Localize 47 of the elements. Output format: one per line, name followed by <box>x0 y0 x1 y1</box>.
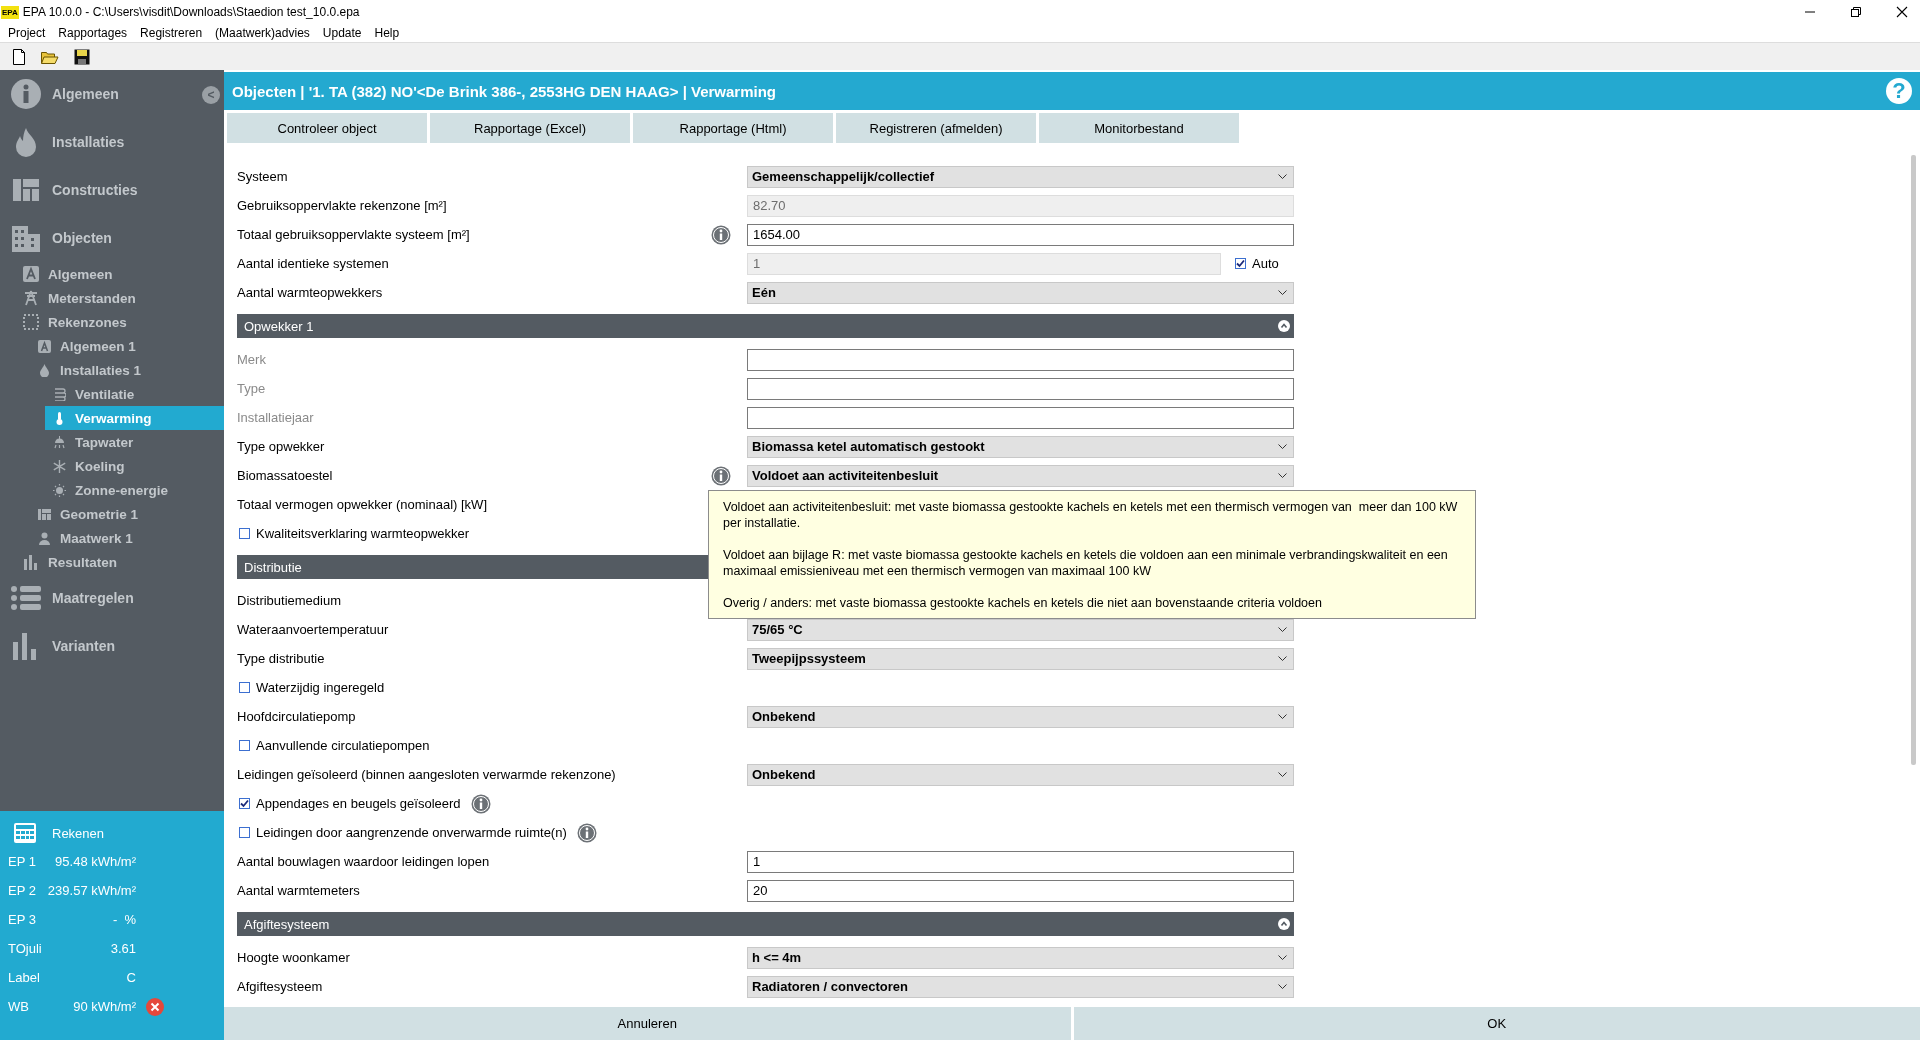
checkbox-label: Auto <box>1252 256 1279 271</box>
field-label: Hoogte woonkamer <box>237 950 351 965</box>
checkbox-label: Kwaliteitsverklaring warmteopwekker <box>256 526 470 541</box>
tooltip-text: Overig / anders: met vaste biomassa gestookte kachels en ketels die niet aan bovenstaande criteria voldoen <box>723 595 1323 611</box>
field-label: Totaal gebruiksoppervlakte systeem [m²] <box>237 227 471 242</box>
field-label: Type opwekker <box>237 439 326 454</box>
result-label: TOjuli <box>8 941 43 956</box>
field-label: Installatiejaar <box>237 410 315 425</box>
field-label: Totaal vermogen opwekker (nominaal) [kW] <box>237 497 488 512</box>
field-label: Gebruiksoppervlakte rekenzone [m²] <box>237 198 448 213</box>
field-label: Leidingen geïsoleerd (binnen aangesloten verwarmde rekenzone) <box>237 767 617 782</box>
result-value: 239.57 kWh/m² <box>46 883 136 898</box>
result-value: - % <box>111 912 136 927</box>
checkbox-label: Aanvullende circulatiepompen <box>256 738 430 753</box>
field-label: Systeem <box>237 169 289 184</box>
field-label: Aantal identieke systemen <box>237 256 390 271</box>
field-label: Type <box>237 381 267 396</box>
field-label: Hoofdcirculatiepomp <box>237 709 357 724</box>
checkbox-label: Waterzijdig ingeregeld <box>256 680 385 695</box>
result-value: 90 kWh/m² <box>72 999 136 1014</box>
checkbox-label: Appendages en beugels geïsoleerd <box>256 796 461 811</box>
field-label: Aantal bouwlagen waardoor leidingen lopen <box>237 854 491 869</box>
field-label: Distributiemedium <box>237 593 343 608</box>
field-label: Biomassatoestel <box>237 468 334 483</box>
section-title: Distributie <box>244 559 302 575</box>
result-label: EP 1 <box>8 854 37 869</box>
result-label: EP 2 <box>8 883 37 898</box>
app-logo: EPA <box>1 5 19 19</box>
field-label: Type distributie <box>237 651 326 666</box>
page-title: Objecten | '1. TA (382) NO'<De Brink 386-, 2553HG DEN HAAG> | Verwarming <box>232 82 778 100</box>
checkbox-label: Leidingen door aangrenzende onverwarmde ruimte(n) <box>256 825 567 840</box>
field-label: Afgiftesysteem <box>237 979 324 994</box>
result-label: EP 3 <box>8 912 37 927</box>
section-title: Opwekker 1 <box>244 318 314 334</box>
field-label: Merk <box>237 352 267 367</box>
field-label: Aantal warmtemeters <box>237 883 361 898</box>
field-label: Aantal warmteopwekkers <box>237 285 384 300</box>
result-label: Label <box>8 970 41 985</box>
result-value: C <box>125 970 136 985</box>
result-value: 3.61 <box>109 941 136 956</box>
window-title: EPA 10.0.0 - C:\Users\visdit\Downloads\Staedion test_10.0.epa <box>22 5 361 19</box>
result-label: WB <box>8 999 30 1014</box>
tooltip-text: Voldoet aan activiteitenbesluit: met vaste biomassa gestookte kachels en ketels met een thermisch vermogen van meer dan 100 kW per installatie. <box>723 499 1459 531</box>
tooltip-text: Voldoet aan bijlage R: met vaste biomassa gestookte kachels en ketels die voldoen aan een minimale verbrandingskwaliteit en een maximaal emissieniveau met een thermisch vermogen van maximaal 100 kW <box>723 547 1449 579</box>
result-value: 95.48 kWh/m² <box>54 854 136 869</box>
section-title: Afgiftesysteem <box>244 916 330 932</box>
field-label: Wateraanvoertemperatuur <box>237 622 390 637</box>
